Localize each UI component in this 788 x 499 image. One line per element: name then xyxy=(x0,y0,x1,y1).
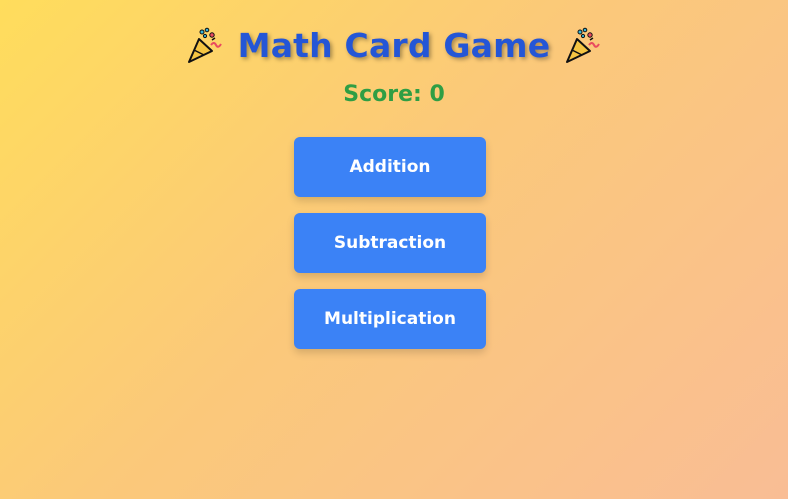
score-display: Score: 0 xyxy=(343,82,445,107)
multiplication-button[interactable]: Multiplication xyxy=(294,289,486,349)
party-popper-icon xyxy=(562,24,604,66)
subtraction-button[interactable]: Subtraction xyxy=(294,213,486,273)
party-popper-icon xyxy=(184,24,226,66)
addition-button[interactable]: Addition xyxy=(294,137,486,197)
game-screen: Math Card Game Score: 0 Addition Subtrac… xyxy=(0,0,788,499)
header: Math Card Game xyxy=(0,20,788,70)
page-title: Math Card Game xyxy=(237,25,551,65)
operation-menu: Addition Subtraction Multiplication xyxy=(294,137,486,349)
